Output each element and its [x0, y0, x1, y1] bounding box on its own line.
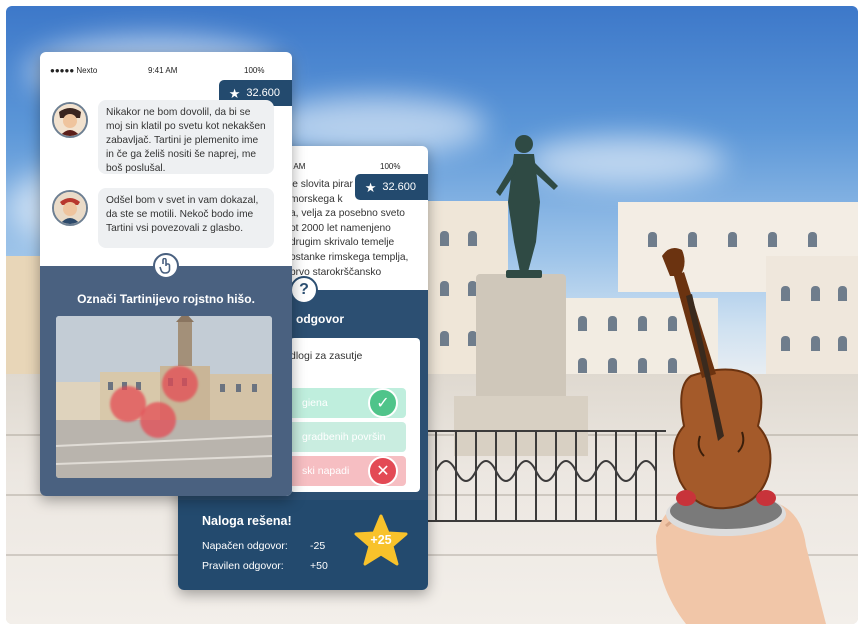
question-label: odgovor	[296, 312, 344, 326]
score-value: 32.600	[246, 87, 280, 99]
question-icon: ?	[290, 276, 318, 304]
answer-marker[interactable]	[162, 366, 198, 402]
status-battery: 100%	[244, 66, 265, 75]
piran-square-image	[56, 316, 272, 478]
right-answer-points: +50	[310, 560, 328, 572]
chat-message: Odšel bom v svet in vam dokazal, da ste …	[52, 188, 274, 248]
answer-option-neutral[interactable]: gradbenih površin	[290, 422, 406, 452]
check-icon: ✓	[368, 388, 398, 418]
task-panel: Označi Tartinijevo rojstno hišo.	[40, 266, 292, 496]
monument-plinth	[476, 274, 566, 404]
avatar	[52, 102, 88, 138]
carrier: ●●●●● Nexto	[50, 66, 98, 75]
result-panel: Naloga rešena! Napačen odgovor: -25 Prav…	[178, 500, 428, 590]
star-icon: ★	[228, 85, 241, 101]
right-answer-label: Pravilen odgovor:	[202, 560, 284, 572]
avatar	[52, 190, 88, 226]
bonus-points: +25	[370, 533, 392, 547]
message-bubble: Nikakor ne bom dovolil, da bi se moj sin…	[98, 100, 274, 174]
cross-icon: ✕	[368, 456, 398, 486]
status-battery: 100%	[380, 162, 401, 171]
violin-figurine	[656, 248, 826, 624]
story-phone: ●●●●● Nexto 9:41 AM 100% ★ 32.600 Nikako…	[40, 52, 292, 496]
result-title: Naloga rešena!	[202, 514, 292, 528]
status-bar: ●●●●● Nexto 9:41 AM 100%	[40, 52, 292, 75]
status-time: 9:41 AM	[148, 66, 178, 75]
story-text: je slovita pirar morskega k a, velja za …	[290, 179, 409, 278]
birth-house-photo[interactable]	[56, 316, 272, 478]
hand-tap-icon	[153, 253, 179, 279]
question-text: dlogi za zasutje	[290, 350, 363, 362]
chat-message: Nikakor ne bom dovolil, da bi se moj sin…	[52, 100, 274, 174]
wrong-answer-label: Napačen odgovor:	[202, 540, 288, 552]
wrong-answer-points: -25	[310, 540, 326, 552]
answer-marker[interactable]	[140, 402, 176, 438]
message-bubble: Odšel bom v svet in vam dokazal, da ste …	[98, 188, 274, 248]
father-portrait-icon	[54, 104, 86, 136]
task-title: Označi Tartinijevo rojstno hišo.	[77, 292, 255, 306]
tartini-statue	[496, 135, 558, 278]
tartini-portrait-icon	[54, 192, 86, 224]
